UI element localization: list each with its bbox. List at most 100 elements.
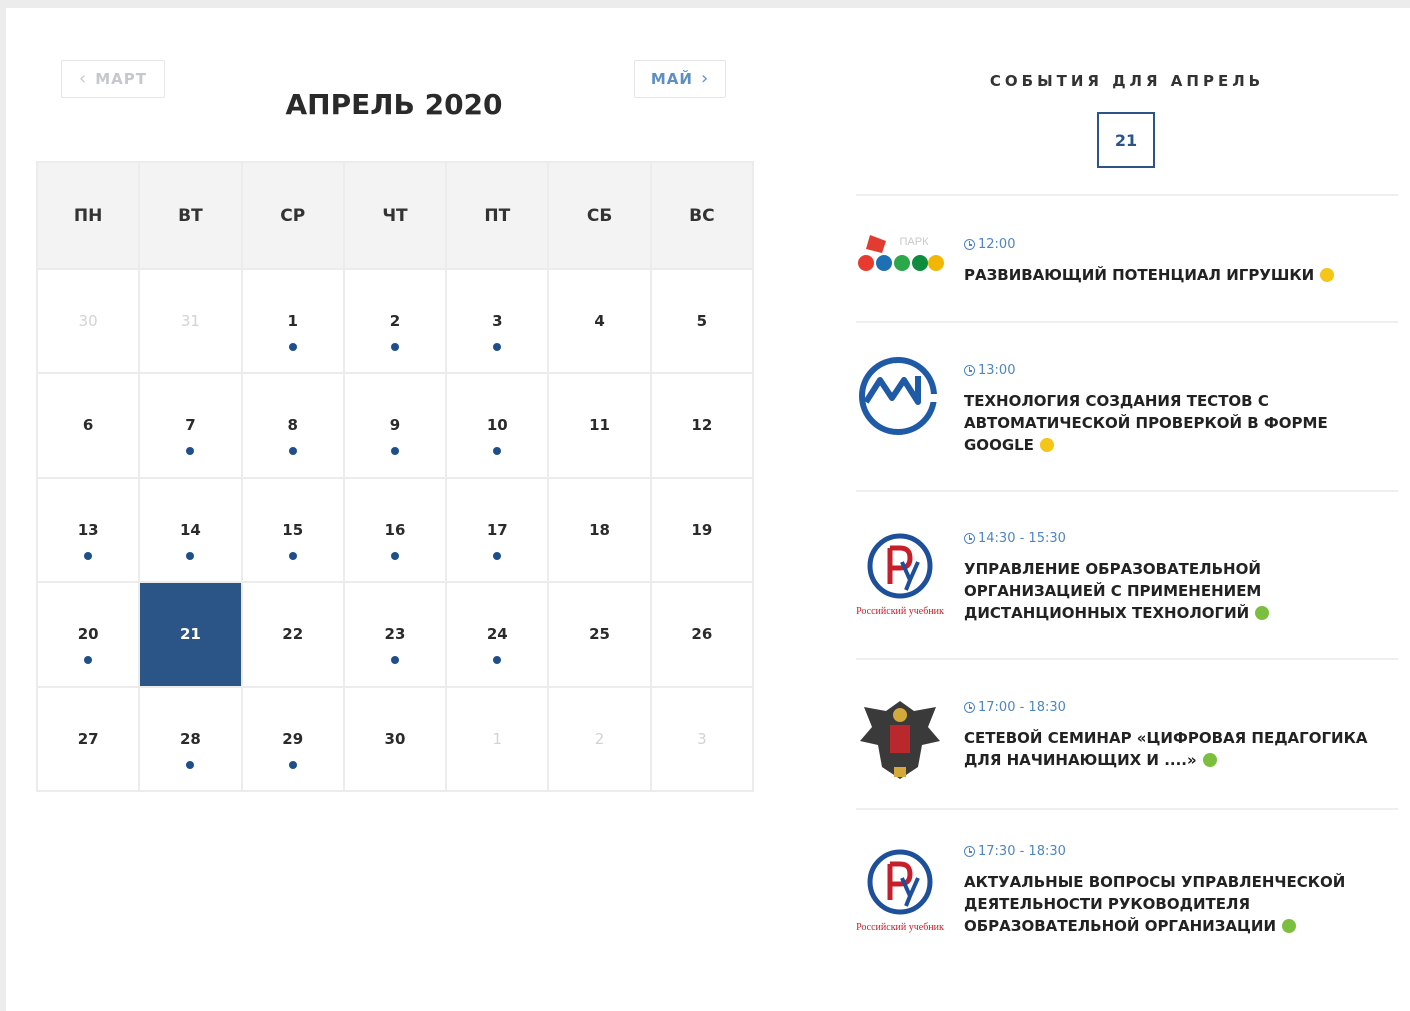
event-item[interactable]: Российский учебник 17:30 - 18:30 Актуаль… <box>856 826 1398 976</box>
clock-icon <box>964 239 975 250</box>
divider <box>856 490 1398 492</box>
calendar-day[interactable]: 2 <box>549 687 650 790</box>
status-dot <box>1202 753 1217 767</box>
calendar-day[interactable]: 16 <box>344 478 446 582</box>
calendar-day[interactable]: 22 <box>242 583 343 686</box>
calendar-day[interactable]: 15 <box>242 478 343 582</box>
event-title[interactable]: Сетевой семинар «Цифровая педагогика для… <box>964 727 1394 771</box>
calendar-day[interactable]: 17 <box>447 478 548 582</box>
calendar-day[interactable]: 3 <box>447 270 548 373</box>
day-number: 20 <box>77 625 99 644</box>
event-indicator-dot <box>390 343 399 351</box>
day-number: 12 <box>691 416 713 435</box>
weekday-header: ПТ <box>447 163 548 268</box>
event-time: 14:30 - 15:30 <box>964 531 1066 546</box>
park-logo-icon: ПАРК <box>856 223 944 283</box>
calendar-day[interactable]: 27 <box>38 687 139 790</box>
calendar-day[interactable]: 11 <box>549 374 650 477</box>
calendar-day[interactable]: 5 <box>651 270 752 373</box>
event-indicator-dot <box>186 551 195 560</box>
day-number: 11 <box>589 416 610 435</box>
calendar-day[interactable]: 26 <box>651 583 752 686</box>
day-number: 1 <box>492 729 503 748</box>
divider <box>856 658 1398 660</box>
calendar-day[interactable]: 23 <box>344 583 446 686</box>
event-time: 13:00 <box>964 363 1015 378</box>
calendar-day[interactable]: 18 <box>549 478 650 582</box>
calendar-day[interactable]: 4 <box>549 270 650 373</box>
event-title[interactable]: Управление образовательной организацией … <box>964 558 1384 624</box>
day-number: 29 <box>282 729 304 748</box>
calendar-day-selected[interactable]: 21 <box>140 583 241 686</box>
event-time: 17:30 - 18:30 <box>964 844 1066 859</box>
prev-month-button[interactable]: ‹ МАРТ <box>61 60 165 98</box>
weekday-header: ВС <box>651 163 752 268</box>
calendar-day[interactable]: 3 <box>651 687 752 790</box>
calendar-day[interactable]: 19 <box>651 478 752 582</box>
m-circle-logo-icon <box>856 354 944 442</box>
event-item[interactable]: 13:00 Технология создания тестов с автом… <box>856 338 1398 490</box>
calendar-day[interactable]: 9 <box>344 374 446 477</box>
day-number: 25 <box>589 625 610 644</box>
day-number: 7 <box>185 416 196 435</box>
events-title: СОБЫТИЯ ДЛЯ АПРЕЛЬ <box>989 72 1265 90</box>
event-time-text: 17:00 - 18:30 <box>978 700 1066 715</box>
clock-icon <box>964 533 975 544</box>
event-item[interactable]: 17:00 - 18:30 Сетевой семинар «Цифровая … <box>856 675 1398 808</box>
calendar-day[interactable]: 7 <box>140 374 241 477</box>
calendar-day[interactable]: 1 <box>447 687 548 790</box>
event-time-text: 17:30 - 18:30 <box>978 844 1066 859</box>
calendar-day[interactable]: 30 <box>38 270 139 373</box>
event-time-text: 14:30 - 15:30 <box>978 531 1066 546</box>
divider <box>856 194 1398 196</box>
calendar-day[interactable]: 6 <box>38 374 139 477</box>
month-title: АПРЕЛЬ 2020 <box>285 88 503 121</box>
day-number: 22 <box>282 625 304 644</box>
calendar-day[interactable]: 14 <box>140 478 241 582</box>
calendar-day[interactable]: 20 <box>38 583 139 686</box>
calendar-day[interactable]: 24 <box>447 583 548 686</box>
calendar-day[interactable]: 12 <box>651 374 752 477</box>
calendar-day[interactable]: 31 <box>140 270 241 373</box>
status-dot <box>1039 438 1054 452</box>
logo-caption: Российский учебник <box>856 606 944 617</box>
chevron-right-icon: › <box>700 68 710 89</box>
day-number: 5 <box>696 312 708 330</box>
calendar-day[interactable]: 2 <box>344 270 446 373</box>
divider <box>856 808 1398 810</box>
event-indicator-dot <box>288 447 297 456</box>
next-month-button[interactable]: МАЙ › <box>634 60 726 98</box>
selected-date-box[interactable]: 21 <box>1097 112 1155 168</box>
event-title[interactable]: Технология создания тестов с автоматичес… <box>964 390 1384 456</box>
day-number: 18 <box>589 520 610 539</box>
day-number: 21 <box>179 625 201 644</box>
calendar-day[interactable]: 8 <box>242 374 343 477</box>
day-number: 24 <box>486 625 508 644</box>
event-title[interactable]: Развивающий потенциал игрушки <box>964 264 1384 286</box>
day-number: 6 <box>82 416 94 435</box>
calendar-grid: ПН ВТ СР ЧТ ПТ СБ ВС 30 31 1 2 3 4 5 6 7 8 9 10 11 12… <box>36 161 754 792</box>
clock-icon <box>964 846 975 857</box>
next-month-label: МАЙ <box>650 70 693 88</box>
event-time-text: 12:00 <box>978 237 1016 252</box>
calendar-day[interactable]: 25 <box>549 583 650 686</box>
day-number: 3 <box>697 729 707 748</box>
event-title-text: Развивающий потенциал игрушки <box>964 266 1315 284</box>
divider <box>856 321 1398 323</box>
day-number: 31 <box>180 312 200 330</box>
calendar-day[interactable]: 29 <box>242 687 343 790</box>
clock-icon <box>964 365 975 376</box>
calendar-day[interactable]: 30 <box>344 687 446 790</box>
event-title[interactable]: Актуальные вопросы управленческой деятел… <box>964 871 1384 937</box>
day-number: 28 <box>179 729 201 748</box>
day-number: 2 <box>389 312 401 330</box>
park-logo-text: ПАРК <box>900 236 930 248</box>
calendar-day[interactable]: 10 <box>447 374 548 477</box>
event-item[interactable]: ПАРК 12:00 Развивающий потенциал игрушки <box>856 213 1398 321</box>
day-number: 26 <box>691 625 713 644</box>
calendar-day[interactable]: 13 <box>38 478 139 582</box>
event-item[interactable]: Российский учебник 14:30 - 15:30 Управле… <box>856 508 1398 658</box>
calendar-day[interactable]: 1 <box>242 270 343 373</box>
calendar-day[interactable]: 28 <box>140 687 241 790</box>
event-indicator-dot <box>493 447 502 456</box>
